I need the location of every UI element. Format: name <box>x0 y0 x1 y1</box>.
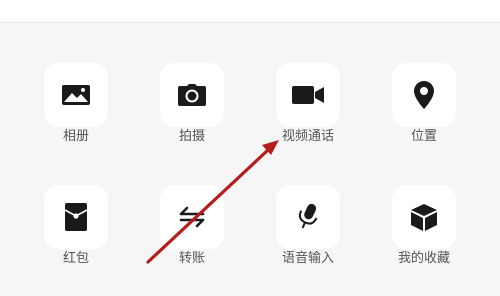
album-label: 相册 <box>62 129 89 144</box>
top-bar <box>0 0 500 23</box>
item-location[interactable]: 位置 <box>384 63 464 163</box>
photo-album-icon <box>62 85 90 105</box>
camera-icon <box>178 84 206 106</box>
item-red-packet[interactable]: 红包 <box>36 185 116 285</box>
favorites-label: 我的收藏 <box>397 251 450 266</box>
video-call-icon <box>292 86 324 104</box>
red-packet-label: 红包 <box>62 251 89 266</box>
microphone-icon <box>298 203 318 229</box>
red-packet-tile[interactable] <box>44 185 108 249</box>
item-favorites[interactable]: 我的收藏 <box>384 185 464 285</box>
video-call-label: 视频通话 <box>281 129 334 144</box>
favorites-box-icon <box>411 204 437 231</box>
video-call-tile[interactable] <box>276 63 340 127</box>
item-voice-input[interactable]: 语音输入 <box>268 185 348 285</box>
red-packet-icon <box>64 203 88 231</box>
camera-tile[interactable] <box>160 63 224 127</box>
transfer-label: 转账 <box>178 251 205 266</box>
item-transfer[interactable]: 转账 <box>152 185 232 285</box>
favorites-tile[interactable] <box>392 185 456 249</box>
item-video-call[interactable]: 视频通话 <box>268 63 348 163</box>
item-camera[interactable]: 拍摄 <box>152 63 232 163</box>
voice-input-tile[interactable] <box>276 185 340 249</box>
location-pin-icon <box>414 81 434 109</box>
voice-input-label: 语音输入 <box>281 251 334 266</box>
transfer-tile[interactable] <box>160 185 224 249</box>
album-tile[interactable] <box>44 63 108 127</box>
transfer-icon <box>179 206 205 228</box>
location-label: 位置 <box>410 129 437 144</box>
camera-label: 拍摄 <box>178 129 205 144</box>
more-functions-panel: 相册 拍摄 视频通话 位置 红包 转账 语音输入 我的收藏 <box>0 23 500 296</box>
location-tile[interactable] <box>392 63 456 127</box>
item-album[interactable]: 相册 <box>36 63 116 163</box>
